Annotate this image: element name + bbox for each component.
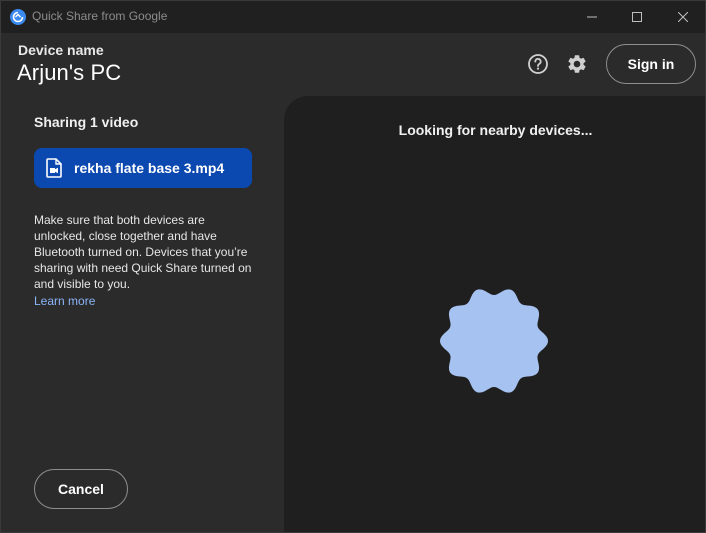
maximize-icon — [632, 12, 642, 22]
cancel-button[interactable]: Cancel — [34, 469, 128, 509]
quick-share-window: Quick Share from Google Device name Arju… — [0, 0, 706, 533]
help-button[interactable] — [524, 50, 552, 78]
shared-file-name: rekha flate base 3.mp4 — [74, 160, 225, 176]
minimize-icon — [587, 16, 597, 18]
title-bar[interactable]: Quick Share from Google — [1, 1, 705, 33]
maximize-button[interactable] — [614, 1, 660, 33]
quick-share-app-icon — [10, 9, 26, 25]
device-name-label: Device name — [18, 42, 104, 58]
shared-file-chip[interactable]: rekha flate base 3.mp4 — [34, 148, 252, 188]
device-name-value: Arjun's PC — [17, 60, 122, 85]
close-button[interactable] — [660, 1, 705, 33]
help-circle-icon — [528, 54, 548, 74]
gear-icon — [568, 55, 586, 73]
sharing-summary: Sharing 1 video — [34, 114, 139, 130]
learn-more-link[interactable]: Learn more — [34, 294, 95, 308]
searching-status: Looking for nearby devices... — [398, 122, 593, 138]
searching-animation-shape — [440, 289, 548, 393]
close-icon — [678, 12, 688, 22]
sharing-instructions: Make sure that both devices are unlocked… — [34, 213, 252, 291]
video-file-icon — [45, 158, 63, 178]
nearby-devices-panel: Looking for nearby devices... — [284, 96, 705, 532]
window-title: Quick Share from Google — [32, 9, 168, 23]
sign-in-button[interactable]: Sign in — [606, 44, 696, 84]
minimize-button[interactable] — [569, 1, 615, 33]
settings-button[interactable] — [563, 50, 591, 78]
